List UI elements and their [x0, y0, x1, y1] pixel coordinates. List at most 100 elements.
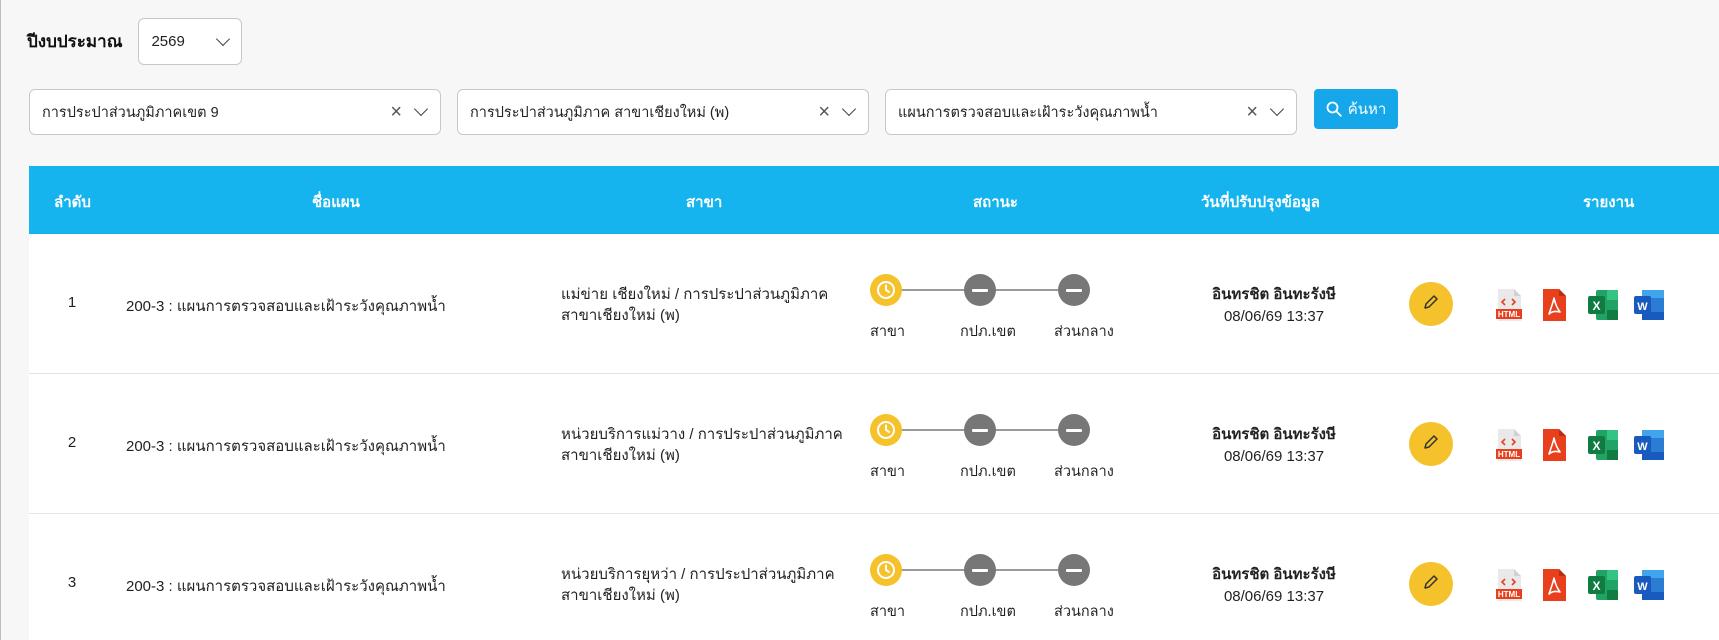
word-file-icon[interactable]: W — [1633, 288, 1665, 322]
header-plan: ชื่อแผน — [312, 194, 360, 211]
excel-icon-text: X — [1592, 299, 1600, 313]
plans-table: ลำดับ ชื่อแผน สาขา สถานะ วันที่ปรับปรุงข… — [29, 166, 1719, 640]
status-step-central: ส่วนกลาง — [1054, 324, 1114, 340]
clear-icon[interactable]: × — [1246, 102, 1258, 122]
row-number: 1 — [67, 294, 77, 311]
updated-by: อินทรชิต อินทะรังษี — [1212, 286, 1336, 303]
html-file-icon[interactable]: HTML — [1495, 288, 1527, 322]
report-downloads: HTML X W — [1495, 428, 1665, 462]
plan-name: 200-3 : แผนการตรวจสอบและเฝ้าระวังคุณภาพน… — [126, 578, 446, 595]
clear-icon[interactable]: × — [818, 102, 830, 122]
excel-icon-text: X — [1592, 579, 1600, 593]
report-downloads: HTML X W — [1495, 288, 1665, 322]
updated-at: 08/06/69 13:37 — [1223, 448, 1325, 465]
updated-at: 08/06/69 13:37 — [1223, 308, 1325, 325]
status-step-region: กปภ.เขต — [960, 324, 1016, 340]
minus-circle-icon — [1058, 554, 1090, 586]
edit-button[interactable] — [1409, 282, 1453, 326]
branch-filter-value: การประปาส่วนภูมิภาค สาขาเชียงใหม่ (พ) — [470, 104, 730, 121]
header-branch: สาขา — [686, 194, 723, 211]
word-icon-text: W — [1637, 581, 1648, 593]
html-file-icon[interactable]: HTML — [1495, 568, 1527, 602]
html-icon-text: HTML — [1498, 590, 1520, 599]
updated-by: อินทรชิต อินทะรังษี — [1212, 426, 1336, 443]
excel-file-icon[interactable]: X — [1587, 428, 1619, 462]
clock-icon — [870, 414, 902, 446]
plan-name: 200-3 : แผนการตรวจสอบและเฝ้าระวังคุณภาพน… — [126, 298, 446, 315]
minus-circle-icon — [964, 554, 996, 586]
minus-circle-icon — [964, 274, 996, 306]
pdf-file-icon[interactable] — [1541, 288, 1573, 322]
table-row: 1 200-3 : แผนการตรวจสอบและเฝ้าระวังคุณภา… — [29, 234, 1719, 374]
chevron-down-icon[interactable] — [841, 101, 857, 117]
status-step-branch: สาขา — [870, 604, 906, 620]
row-number: 3 — [67, 574, 77, 591]
header-no: ลำดับ — [54, 194, 91, 211]
pencil-icon — [1422, 573, 1440, 595]
chevron-down-icon[interactable] — [413, 101, 429, 117]
search-button-label: ค้นหา — [1347, 101, 1387, 118]
updated-info: อินทรชิต อินทะรังษี 08/06/69 13:37 — [1184, 284, 1364, 328]
updated-by: อินทรชิต อินทะรังษี — [1212, 566, 1336, 583]
pdf-file-icon[interactable] — [1541, 568, 1573, 602]
word-file-icon[interactable]: W — [1633, 428, 1665, 462]
status-step-branch: สาขา — [870, 324, 906, 340]
branch-name: หน่วยบริการแม่วาง / การประปาส่วนภูมิภาค … — [561, 424, 861, 466]
html-icon-text: HTML — [1498, 450, 1520, 459]
branch-line-1: แม่ข่าย เชียงใหม่ / การประปาส่วนภูมิภาค — [561, 286, 829, 303]
page-left-border — [0, 0, 1, 640]
word-icon-text: W — [1637, 301, 1648, 313]
fiscal-year-select[interactable]: 2569 — [138, 18, 243, 65]
status-stepper: สาขา กปภ.เขต ส่วนกลาง — [870, 554, 1130, 634]
branch-line-1: หน่วยบริการแม่วาง / การประปาส่วนภูมิภาค — [561, 426, 843, 443]
branch-filter-select[interactable]: การประปาส่วนภูมิภาค สาขาเชียงใหม่ (พ) × — [457, 89, 869, 135]
word-icon-text: W — [1637, 441, 1648, 453]
branch-line-2: สาขาเชียงใหม่ (พ) — [561, 447, 680, 464]
row-number: 2 — [67, 434, 77, 451]
minus-circle-icon — [964, 414, 996, 446]
word-file-icon[interactable]: W — [1633, 568, 1665, 602]
minus-circle-icon — [1058, 274, 1090, 306]
branch-name: แม่ข่าย เชียงใหม่ / การประปาส่วนภูมิภาค … — [561, 284, 861, 326]
status-step-region: กปภ.เขต — [960, 604, 1016, 620]
branch-name: หน่วยบริการยุหว่า / การประปาส่วนภูมิภาค … — [561, 564, 861, 606]
table-row: 3 200-3 : แผนการตรวจสอบและเฝ้าระวังคุณภา… — [29, 514, 1719, 640]
status-step-branch: สาขา — [870, 464, 906, 480]
updated-info: อินทรชิต อินทะรังษี 08/06/69 13:37 — [1184, 424, 1364, 468]
branch-line-2: สาขาเชียงใหม่ (พ) — [561, 587, 680, 604]
status-stepper: สาขา กปภ.เขต ส่วนกลาง — [870, 274, 1130, 354]
edit-button[interactable] — [1409, 422, 1453, 466]
clear-icon[interactable]: × — [390, 102, 402, 122]
pencil-icon — [1422, 433, 1440, 455]
plan-filter-value: แผนการตรวจสอบและเฝ้าระวังคุณภาพน้ำ — [898, 104, 1158, 121]
edit-button[interactable] — [1409, 562, 1453, 606]
clock-icon — [870, 274, 902, 306]
status-step-central: ส่วนกลาง — [1054, 464, 1114, 480]
branch-line-2: สาขาเชียงใหม่ (พ) — [561, 307, 680, 324]
search-icon — [1326, 101, 1342, 117]
search-button[interactable]: ค้นหา — [1314, 89, 1398, 129]
excel-file-icon[interactable]: X — [1587, 568, 1619, 602]
pencil-icon — [1422, 293, 1440, 315]
region-filter-select[interactable]: การประปาส่วนภูมิภาคเขต 9 × — [29, 89, 441, 135]
pdf-file-icon[interactable] — [1541, 428, 1573, 462]
table-row: 2 200-3 : แผนการตรวจสอบและเฝ้าระวังคุณภา… — [29, 374, 1719, 514]
header-report: รายงาน — [1583, 194, 1635, 211]
table-header: ลำดับ ชื่อแผน สาขา สถานะ วันที่ปรับปรุงข… — [29, 166, 1719, 234]
fiscal-year-value: 2569 — [151, 33, 185, 50]
report-downloads: HTML X W — [1495, 568, 1665, 602]
fiscal-year-label: ปีงบประมาณ — [27, 32, 123, 51]
html-file-icon[interactable]: HTML — [1495, 428, 1527, 462]
branch-line-1: หน่วยบริการยุหว่า / การประปาส่วนภูมิภาค — [561, 566, 835, 583]
excel-icon-text: X — [1592, 439, 1600, 453]
fiscal-year-row: ปีงบประมาณ 2569 — [27, 18, 243, 65]
status-step-central: ส่วนกลาง — [1054, 604, 1114, 620]
status-step-region: กปภ.เขต — [960, 464, 1016, 480]
region-filter-value: การประปาส่วนภูมิภาคเขต 9 — [42, 104, 219, 121]
status-stepper: สาขา กปภ.เขต ส่วนกลาง — [870, 414, 1130, 494]
excel-file-icon[interactable]: X — [1587, 288, 1619, 322]
plan-filter-select[interactable]: แผนการตรวจสอบและเฝ้าระวังคุณภาพน้ำ × — [885, 89, 1297, 135]
chevron-down-icon[interactable] — [1269, 101, 1285, 117]
updated-at: 08/06/69 13:37 — [1223, 588, 1325, 605]
chevron-down-icon — [216, 31, 231, 46]
